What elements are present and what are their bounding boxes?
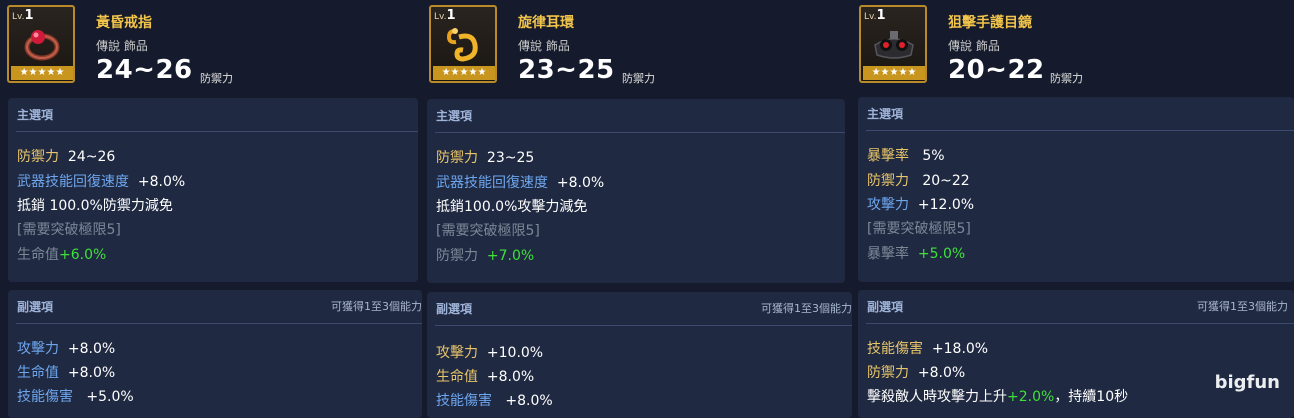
item-name: 狙擊手護目鏡 bbox=[948, 15, 1032, 31]
item-main-value-label: 防禦力 bbox=[622, 72, 655, 85]
item-card-1: Lv.1 ★★★★★ 旋律耳環 傳說 飾品 23~25 防禦力 主選項 防禦力 … bbox=[422, 0, 852, 418]
item-main-value: 20~22 bbox=[948, 55, 1045, 85]
level-badge: Lv.1 bbox=[12, 8, 34, 23]
sub-options-hint: 可獲得1至3個能力 bbox=[331, 300, 422, 313]
divider bbox=[866, 130, 1294, 131]
main-option-row: 武器技能回復速度 +8.0% bbox=[17, 174, 186, 190]
main-options-title: 主選項 bbox=[17, 108, 54, 122]
ring-icon bbox=[24, 30, 60, 61]
sub-options-panel: 副選項 可獲得1至3個能力 技能傷害 +18.0% 防禦力 +8.0% 擊殺敵人… bbox=[858, 290, 1294, 418]
sub-options-panel: 副選項 可獲得1至3個能力 攻擊力 +8.0% 生命值 +8.0% 技能傷害 +… bbox=[8, 290, 422, 418]
sub-option-row: 生命值 +8.0% bbox=[17, 365, 116, 381]
item-header: Lv.1 ★★★★★ 黃昏戒指 傳說 飾品 24~26 防禦力 bbox=[0, 0, 422, 94]
item-main-value-label: 防禦力 bbox=[1050, 72, 1083, 85]
main-option-row: 暴擊率 5% bbox=[867, 148, 945, 164]
sub-option-row: 攻擊力 +8.0% bbox=[17, 341, 116, 357]
main-options-panel: 主選項 暴擊率 5% 防禦力 20~22 攻擊力 +12.0% [需要突破極限5… bbox=[858, 97, 1294, 282]
main-option-row: 武器技能回復速度 +8.0% bbox=[436, 175, 605, 191]
item-main-value-label: 防禦力 bbox=[200, 72, 233, 85]
item-rarity-type: 傳說 飾品 bbox=[96, 39, 148, 53]
limit-break-bonus: 防禦力 +7.0% bbox=[436, 248, 535, 264]
sub-options-title: 副選項 bbox=[867, 300, 904, 314]
divider bbox=[16, 131, 418, 132]
main-options-title: 主選項 bbox=[436, 109, 473, 123]
main-option-row: 攻擊力 +12.0% bbox=[867, 197, 975, 213]
main-options-title: 主選項 bbox=[867, 107, 904, 121]
sub-options-title: 副選項 bbox=[17, 300, 54, 314]
divider bbox=[16, 323, 422, 324]
level-badge: Lv.1 bbox=[434, 8, 456, 23]
main-option-row: 防禦力 24~26 bbox=[17, 149, 116, 165]
star-rating: ★★★★★ bbox=[863, 66, 925, 80]
item-card-0: Lv.1 ★★★★★ 黃昏戒指 傳說 飾品 24~26 防禦力 主選項 防禦力 … bbox=[0, 0, 422, 418]
item-header: Lv.1 ★★★★★ 旋律耳環 傳說 飾品 23~25 防禦力 bbox=[422, 0, 852, 94]
item-header: Lv.1 ★★★★★ 狙擊手護目鏡 傳說 飾品 20~22 防禦力 bbox=[852, 0, 1294, 94]
sub-option-row: 擊殺敵人時攻擊力上升+2.0%，持續10秒 bbox=[867, 389, 1129, 405]
item-main-value: 23~25 bbox=[518, 55, 615, 85]
sub-option-row: 生命值 +8.0% bbox=[436, 369, 535, 385]
item-icon-frame[interactable]: Lv.1 ★★★★★ bbox=[429, 5, 497, 83]
goggles-icon bbox=[874, 31, 914, 59]
limit-break-requirement: [需要突破極限5] bbox=[436, 223, 540, 239]
sub-option-row: 防禦力 +8.0% bbox=[867, 365, 966, 381]
star-rating: ★★★★★ bbox=[433, 66, 495, 80]
sub-options-hint: 可獲得1至3個能力 bbox=[761, 302, 852, 315]
bigfun-watermark: bigfun bbox=[1214, 372, 1280, 393]
sub-option-row: 技能傷害 +8.0% bbox=[436, 393, 553, 409]
item-rarity-type: 傳說 飾品 bbox=[948, 39, 1000, 53]
sub-option-row: 技能傷害 +18.0% bbox=[867, 341, 989, 357]
sub-options-panel: 副選項 可獲得1至3個能力 攻擊力 +10.0% 生命值 +8.0% 技能傷害 … bbox=[427, 292, 852, 418]
main-option-row: 抵銷100.0%攻擊力減免 bbox=[436, 199, 588, 215]
divider bbox=[435, 325, 852, 326]
earring-icon bbox=[446, 28, 478, 62]
item-card-2: Lv.1 ★★★★★ 狙擊手護目鏡 傳說 飾品 20~22 防禦力 主選項 暴擊… bbox=[852, 0, 1294, 418]
sub-option-row: 攻擊力 +10.0% bbox=[436, 345, 544, 361]
item-rarity-type: 傳說 飾品 bbox=[518, 39, 570, 53]
limit-break-bonus: 暴擊率 +5.0% bbox=[867, 246, 966, 262]
item-icon-frame[interactable]: Lv.1 ★★★★★ bbox=[7, 5, 75, 83]
limit-break-requirement: [需要突破極限5] bbox=[17, 222, 121, 238]
main-option-row: 防禦力 20~22 bbox=[867, 173, 970, 189]
main-option-row: 防禦力 23~25 bbox=[436, 150, 535, 166]
sub-option-row: 技能傷害 +5.0% bbox=[17, 389, 134, 405]
sub-options-hint: 可獲得1至3個能力 bbox=[1197, 300, 1288, 313]
item-icon-frame[interactable]: Lv.1 ★★★★★ bbox=[859, 5, 927, 83]
main-options-panel: 主選項 防禦力 24~26 武器技能回復速度 +8.0% 抵銷 100.0%防禦… bbox=[8, 98, 418, 282]
divider bbox=[435, 132, 845, 133]
item-main-value: 24~26 bbox=[96, 55, 193, 85]
limit-break-bonus: 生命值+6.0% bbox=[17, 247, 107, 263]
divider bbox=[866, 323, 1294, 324]
main-option-row: 抵銷 100.0%防禦力減免 bbox=[17, 198, 173, 214]
sub-options-title: 副選項 bbox=[436, 302, 473, 316]
limit-break-requirement: [需要突破極限5] bbox=[867, 221, 971, 237]
star-rating: ★★★★★ bbox=[11, 66, 73, 80]
level-badge: Lv.1 bbox=[864, 8, 886, 23]
main-options-panel: 主選項 防禦力 23~25 武器技能回復速度 +8.0% 抵銷100.0%攻擊力… bbox=[427, 99, 845, 283]
item-name: 黃昏戒指 bbox=[96, 15, 152, 31]
item-name: 旋律耳環 bbox=[518, 15, 574, 31]
